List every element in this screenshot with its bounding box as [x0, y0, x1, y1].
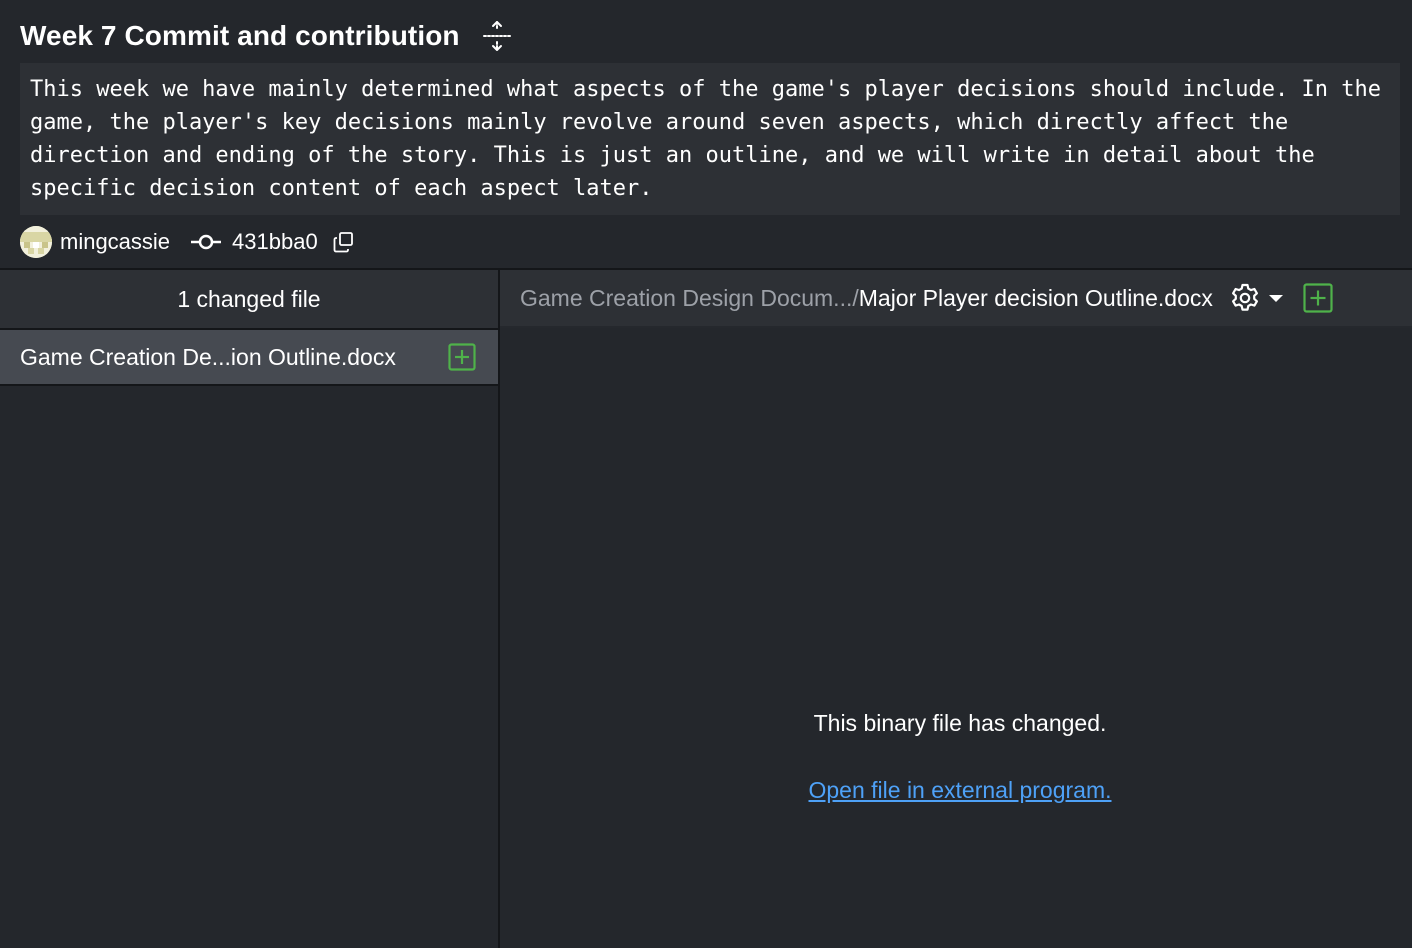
commit-author: mingcassie — [60, 229, 171, 254]
diff-settings-button[interactable] — [1229, 282, 1285, 314]
commit-title-row: Week 7 Commit and contribution — [20, 14, 512, 58]
avatar — [20, 226, 52, 258]
file-list-item[interactable]: Game Creation De...ion Outline.docx — [0, 330, 498, 386]
commit-sha: 431bba0 — [232, 229, 318, 254]
commit-description: This week we have mainly determined what… — [20, 63, 1400, 215]
binary-file-message: This binary file has changed. — [813, 710, 1107, 736]
file-added-icon — [448, 343, 476, 371]
expand-arrows-icon[interactable] — [482, 19, 512, 53]
commit-summary: Week 7 Commit and contribution This week… — [0, 0, 1412, 268]
file-path-filename: Major Player decision Outline.docx — [858, 284, 1213, 311]
caret-down-icon — [1267, 292, 1285, 304]
commit-title: Week 7 Commit and contribution — [20, 20, 460, 51]
file-path-directory: Game Creation Design Docum.../ — [520, 284, 859, 311]
changed-files-sidebar: 1 changed file Game Creation De...ion Ou… — [0, 270, 498, 948]
diff-panel: Game Creation Design Docum.../ Major Pla… — [500, 270, 1412, 948]
open-external-link[interactable]: Open file in external program. — [500, 777, 1412, 804]
commit-view: Week 7 Commit and contribution This week… — [0, 0, 1412, 948]
file-list-item-name: Game Creation De...ion Outline.docx — [20, 343, 396, 370]
changed-files-count: 1 changed file — [0, 270, 498, 330]
diff-header: Game Creation Design Docum.../ Major Pla… — [500, 270, 1412, 328]
git-commit-icon — [190, 232, 222, 252]
file-added-icon — [1303, 283, 1333, 313]
copy-icon[interactable] — [332, 230, 356, 254]
gear-icon — [1229, 282, 1261, 314]
commit-meta: mingcassie 431bba0 — [20, 226, 356, 258]
